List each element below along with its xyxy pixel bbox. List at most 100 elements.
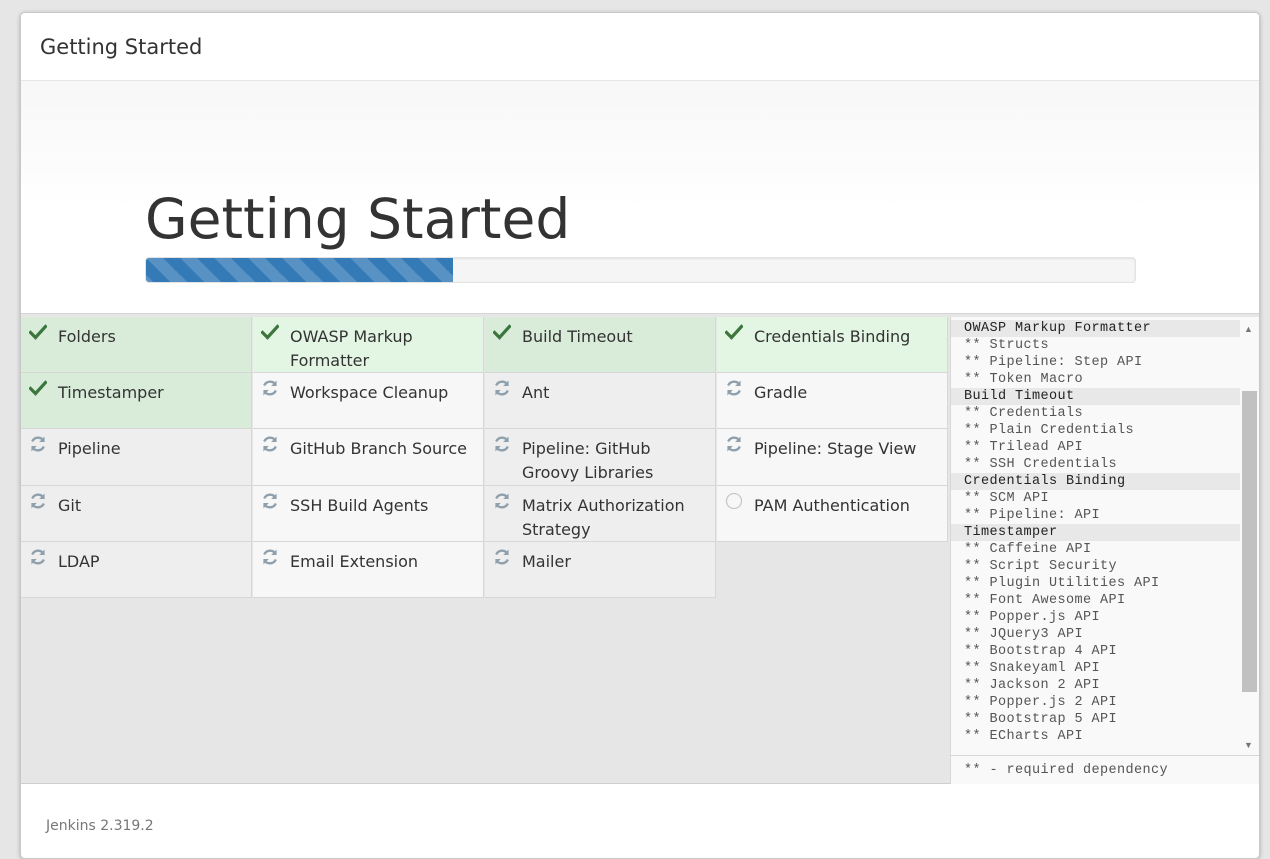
log-dependency-line: ** ECharts API [964,729,1084,744]
jenkins-version: Jenkins 2.319.2 [46,818,154,834]
refresh-icon [29,491,47,511]
refresh-icon [493,434,511,454]
dialog-title: Getting Started [40,35,203,59]
install-area: Folders OWASP Markup Formatter Build Timeo… [21,314,1259,784]
scroll-thumb[interactable] [1242,391,1257,692]
refresh-icon [493,491,511,511]
dialog-footer: Jenkins 2.319.2 [21,784,1259,858]
log-dependency-line: ** Popper.js 2 API [964,695,1118,710]
refresh-icon [29,547,47,567]
plugin-item: SSH Build Agents [253,486,484,542]
log-dependency-line: ** Snakeyaml API [964,661,1101,676]
plugin-item: Gradle [717,373,948,429]
plugin-item: Credentials Binding [717,317,948,373]
plugin-name: PAM Authentication [754,496,910,515]
scroll-track[interactable] [1242,337,1257,737]
plugin-name: Matrix Authorization Strategy [522,496,685,539]
install-progress-fill [146,258,453,282]
plugin-item: Folders [21,317,252,373]
plugin-item: Workspace Cleanup [253,373,484,429]
plugin-name: LDAP [58,552,100,571]
plugin-name: Timestamper [58,383,164,402]
log-dependency-line: ** Pipeline: Step API [964,355,1143,370]
log-dependency-line: ** Plugin Utilities API [964,576,1160,591]
plugin-name: Git [58,496,82,515]
page-title: Getting Started [145,187,571,251]
refresh-icon [493,547,511,567]
plugin-item: Timestamper [21,373,252,429]
log-plugin-heading: Timestamper [951,524,1240,541]
plugin-name: Pipeline: GitHub Groovy Libraries [522,439,654,482]
log-dependency-line: ** Bootstrap 4 API [964,644,1118,659]
plugin-name: Pipeline: Stage View [754,439,917,458]
plugin-item: Pipeline: GitHub Groovy Libraries [485,429,716,486]
log-dependency-line: ** Credentials [964,406,1084,421]
scroll-down-icon[interactable]: ▼ [1240,738,1257,752]
log-footer: ** - required dependency [951,755,1259,784]
refresh-icon [261,434,279,454]
install-progress-bar [145,257,1136,283]
plugin-name: Folders [58,327,116,346]
refresh-icon [725,378,743,398]
log-dependency-line: ** Font Awesome API [964,593,1126,608]
log-dependency-line: ** JQuery3 API [964,627,1084,642]
plugin-item: Ant [485,373,716,429]
log-dependency-line: ** Trilead API [964,440,1084,455]
plugin-name: Credentials Binding [754,327,911,346]
scroll-up-icon[interactable]: ▲ [1240,322,1257,336]
plugin-item: PAM Authentication [717,486,948,542]
plugin-item: Mailer [485,542,716,598]
log-plugin-heading: Credentials Binding [951,473,1240,490]
log-plugin-heading: Build Timeout [951,388,1240,405]
check-icon [725,322,743,342]
refresh-icon [261,547,279,567]
plugin-name: Build Timeout [522,327,633,346]
log-dependency-line: ** Popper.js API [964,610,1101,625]
plugin-name: Email Extension [290,552,419,571]
log-plugin-heading: OWASP Markup Formatter [951,320,1240,337]
plugin-name: SSH Build Agents [290,496,429,515]
check-icon [29,322,47,342]
check-icon [493,322,511,342]
plugin-name: Ant [522,383,550,402]
plugin-item: Git [21,486,252,542]
plugin-item: Email Extension [253,542,484,598]
install-log-panel: OWASP Markup Formatter ** Structs ** Pipel… [950,317,1259,784]
hero-section: Getting Started [21,81,1259,314]
plugin-item: Pipeline: Stage View [717,429,948,486]
plugin-item: GitHub Branch Source [253,429,484,486]
log-dependency-line: ** Pipeline: API [964,508,1101,523]
refresh-icon [29,434,47,454]
plugin-name: GitHub Branch Source [290,439,468,458]
plugin-name: Pipeline [58,439,121,458]
install-log[interactable]: OWASP Markup Formatter ** Structs ** Pipel… [951,320,1240,752]
dialog-header: Getting Started [21,13,1259,81]
plugin-name: Mailer [522,552,571,571]
log-scrollbar[interactable]: ▲ ▼ [1240,322,1257,752]
refresh-icon [261,378,279,398]
refresh-icon [493,378,511,398]
plugin-item: LDAP [21,542,252,598]
log-dependency-line: ** Script Security [964,559,1118,574]
log-dependency-line: ** Caffeine API [964,542,1092,557]
refresh-icon [725,434,743,454]
log-dependency-line: ** Structs [964,338,1050,353]
log-dependency-line: ** Bootstrap 5 API [964,712,1118,727]
log-dependency-line: ** Plain Credentials [964,423,1135,438]
plugin-item: Build Timeout [485,317,716,373]
check-icon [29,378,47,398]
plugin-name: OWASP Markup Formatter [290,327,413,370]
plugin-name: Workspace Cleanup [290,383,449,402]
required-dependency-note: ** - required dependency [964,763,1169,778]
check-icon [261,322,279,342]
refresh-icon [261,491,279,511]
circle-icon [725,491,743,511]
log-dependency-line: ** Token Macro [964,372,1084,387]
plugin-item: OWASP Markup Formatter [253,317,484,373]
plugin-item: Matrix Authorization Strategy [485,486,716,542]
setup-wizard-dialog: Getting Started Getting Started Folders O… [20,12,1260,859]
log-dependency-line: ** Jackson 2 API [964,678,1101,693]
log-dependency-line: ** SCM API [964,491,1050,506]
plugin-item: Pipeline [21,429,252,486]
log-dependency-line: ** SSH Credentials [964,457,1118,472]
